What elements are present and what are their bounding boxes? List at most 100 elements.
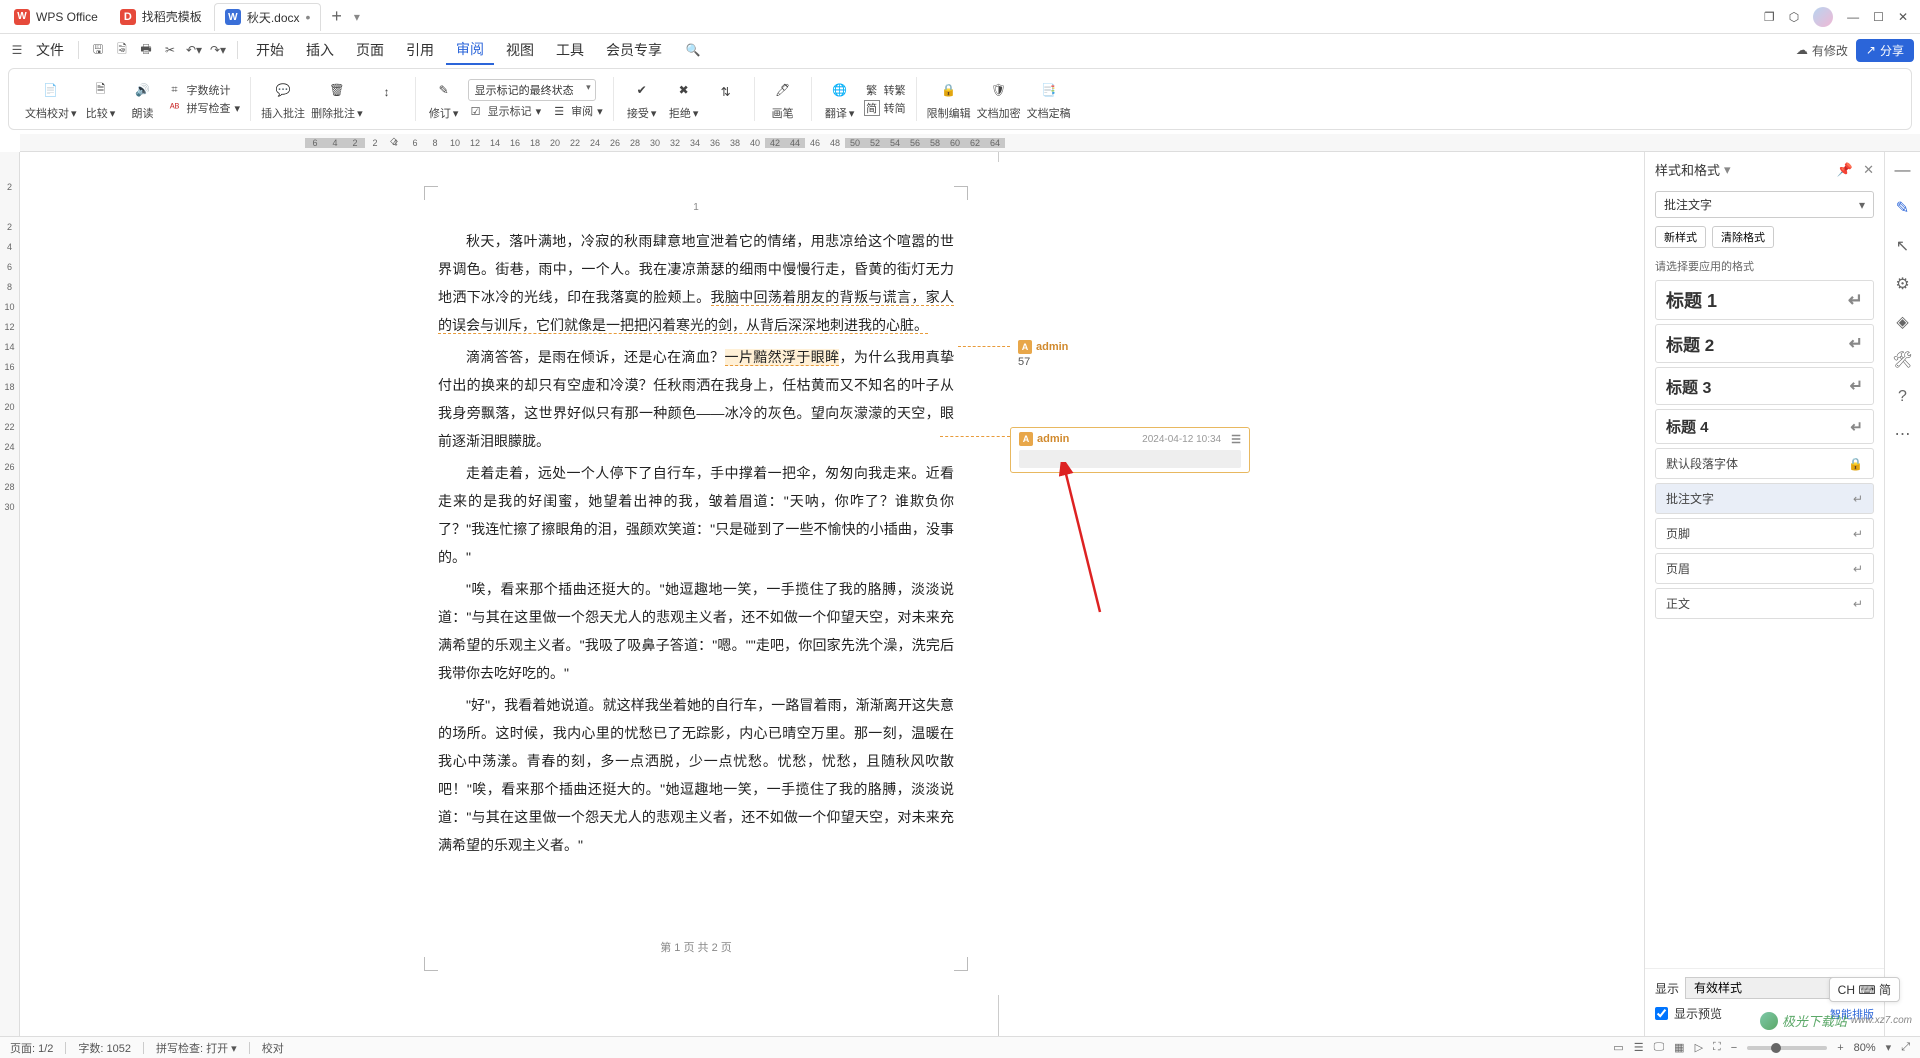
window-restore-icon[interactable]: ❐	[1764, 10, 1775, 24]
trad-to-simp-button[interactable]: 简转简	[864, 100, 906, 116]
file-menu[interactable]: 文件	[30, 36, 70, 64]
cube-icon[interactable]: ⬡	[1789, 10, 1799, 24]
view-outline-icon[interactable]: ☰	[1634, 1041, 1644, 1054]
zoom-slider[interactable]	[1747, 1046, 1827, 1050]
style-item-heading1[interactable]: 标题 1↵	[1655, 280, 1874, 320]
pin-icon[interactable]: 📌	[1837, 162, 1853, 178]
menu-icon[interactable]: ☰	[6, 39, 28, 61]
close-button[interactable]: ✕	[1898, 10, 1908, 24]
clear-format-button[interactable]: 清除格式	[1712, 226, 1774, 248]
menu-review[interactable]: 审阅	[446, 35, 494, 65]
print-preview-icon[interactable]: 🗟	[111, 39, 133, 61]
status-words[interactable]: 字数: 1052	[78, 1040, 131, 1056]
search-icon[interactable]: 🔍	[682, 39, 704, 61]
comment-balloon[interactable]: Aadmin 57	[1010, 336, 1100, 372]
comment-nav-button[interactable]: ↕	[369, 79, 405, 119]
share-button[interactable]: ↗ 分享	[1856, 39, 1914, 62]
view-fullscreen-icon[interactable]: ⛶	[1713, 1041, 1721, 1054]
review-pane-button[interactable]: ☰审阅 ▾	[551, 103, 603, 119]
minimize-button[interactable]: —	[1847, 10, 1859, 24]
style-item-header[interactable]: 页眉↵	[1655, 553, 1874, 584]
close-panel-icon[interactable]: ✕	[1863, 162, 1874, 178]
fit-page-icon[interactable]: ⤢	[1901, 1041, 1910, 1054]
preview-checkbox[interactable]	[1655, 1007, 1668, 1020]
paragraph[interactable]: 滴滴答答，是雨在倾诉，还是心在滴血？一片黯然浮于眼眸，为什么我用真挚付出的换来的…	[438, 343, 954, 455]
style-item-heading4[interactable]: 标题 4↵	[1655, 409, 1874, 444]
paragraph[interactable]: 秋天，落叶满地，冷寂的秋雨肆意地宣泄着它的情绪，用悲凉给这个喧嚣的世界调色。街巷…	[438, 227, 954, 339]
doc-encrypt-button[interactable]: 🛡文档加密	[977, 77, 1021, 121]
redo-icon[interactable]: ↷▾	[207, 39, 229, 61]
paragraph[interactable]: "好"，我看着她说道。就这样我坐着她的自行车，一路冒着雨，渐渐离开这失意的场所。…	[438, 691, 954, 859]
pending-changes[interactable]: ☁ 有修改	[1796, 42, 1848, 59]
menu-reference[interactable]: 引用	[396, 36, 444, 64]
document-canvas[interactable]: 1 秋天，落叶满地，冷寂的秋雨肆意地宣泄着它的情绪，用悲凉给这个喧嚣的世界调色。…	[20, 152, 1644, 1036]
more-rail-icon[interactable]: ⋯	[1895, 424, 1911, 444]
tab-document[interactable]: W 秋天.docx •	[214, 3, 322, 31]
revise-button[interactable]: ✎修订 ▾	[426, 77, 462, 121]
new-style-button[interactable]: 新样式	[1655, 226, 1706, 248]
insert-comment-button[interactable]: 💬插入批注	[261, 77, 305, 121]
restrict-edit-button[interactable]: 🔒限制编辑	[927, 77, 971, 121]
menu-view[interactable]: 视图	[496, 36, 544, 64]
status-page[interactable]: 页面: 1/2	[10, 1040, 53, 1056]
horizontal-ruler[interactable]: 642 ◇ 2468101214161820222426283032343638…	[20, 134, 1920, 152]
save-icon[interactable]: 🖫	[87, 39, 109, 61]
status-proof[interactable]: 校对	[262, 1040, 284, 1056]
view-print-icon[interactable]: ▭	[1613, 1041, 1623, 1054]
simp-to-trad-button[interactable]: 繁转繁	[864, 82, 906, 98]
pencil-rail-icon[interactable]: ✎	[1896, 198, 1909, 218]
zoom-out-button[interactable]: −	[1731, 1042, 1737, 1054]
markup-display-select[interactable]: 显示标记的最终状态	[468, 79, 596, 101]
proofread-button[interactable]: 📄文档校对 ▾	[25, 77, 77, 121]
tab-add-button[interactable]: +	[323, 6, 350, 27]
help-rail-icon[interactable]: ?	[1898, 388, 1907, 406]
spell-check-button[interactable]: ᴬᴮ拼写检查 ▾	[167, 100, 241, 116]
style-item-default-font[interactable]: 默认段落字体🔒	[1655, 448, 1874, 479]
reject-button[interactable]: ✖拒绝 ▾	[666, 77, 702, 121]
comment-balloon-active[interactable]: A admin 2024-04-12 10:34 ☰	[1010, 427, 1250, 473]
accept-button[interactable]: ✔接受 ▾	[624, 77, 660, 121]
style-item-comment-text[interactable]: 批注文字↵	[1655, 483, 1874, 514]
doc-final-button[interactable]: 📑文档定稿	[1027, 77, 1071, 121]
menu-insert[interactable]: 插入	[296, 36, 344, 64]
menu-start[interactable]: 开始	[246, 36, 294, 64]
menu-tools[interactable]: 工具	[546, 36, 594, 64]
comment-input[interactable]	[1019, 450, 1241, 468]
show-markup-button[interactable]: ☑显示标记 ▾	[468, 103, 542, 119]
menu-member[interactable]: 会员专享	[596, 36, 672, 64]
tab-templates[interactable]: D 找稻壳模板	[110, 3, 212, 31]
comment-menu-icon[interactable]: ☰	[1231, 433, 1241, 446]
view-read-icon[interactable]: ▦	[1674, 1041, 1684, 1054]
avatar[interactable]	[1813, 7, 1833, 27]
cursor-rail-icon[interactable]: ↖	[1896, 236, 1909, 256]
indent-marker-icon[interactable]: ◇	[384, 136, 404, 147]
view-focus-icon[interactable]: ▷	[1695, 1041, 1703, 1054]
style-item-body[interactable]: 正文↵	[1655, 588, 1874, 619]
layers-rail-icon[interactable]: ◈	[1896, 312, 1908, 332]
read-aloud-button[interactable]: 🔊朗读	[125, 77, 161, 121]
view-web-icon[interactable]: 🖵	[1654, 1041, 1665, 1054]
word-count-button[interactable]: ⌗字数统计	[167, 82, 241, 98]
status-spell[interactable]: 拼写检查: 打开 ▾	[156, 1040, 237, 1056]
style-filter-select[interactable]: 批注文字	[1655, 191, 1874, 218]
tab-wps-home[interactable]: W WPS Office	[4, 3, 108, 31]
zoom-value[interactable]: 80%	[1854, 1042, 1876, 1054]
settings-rail-icon[interactable]: ⚙	[1895, 274, 1909, 294]
style-item-heading2[interactable]: 标题 2↵	[1655, 324, 1874, 363]
collapse-rail-icon[interactable]: —	[1895, 162, 1911, 180]
print-icon[interactable]: 🖶	[135, 39, 157, 61]
style-item-footer[interactable]: 页脚↵	[1655, 518, 1874, 549]
panel-dropdown-icon[interactable]: ▾	[1724, 162, 1731, 178]
style-item-heading3[interactable]: 标题 3↵	[1655, 367, 1874, 405]
menu-page[interactable]: 页面	[346, 36, 394, 64]
paragraph[interactable]: 走着走着，远处一个人停下了自行车，手中撑着一把伞，匆匆向我走来。近看走来的是我的…	[438, 459, 954, 571]
tab-menu-dropdown[interactable]: ▾	[354, 10, 360, 24]
vertical-ruler[interactable]: 224681012141618202224262830	[0, 152, 20, 1036]
delete-comment-button[interactable]: 🗑删除批注 ▾	[311, 77, 363, 121]
ime-indicator[interactable]: CH ⌨ 简	[1829, 977, 1900, 1002]
tools-rail-icon[interactable]: 🛠	[1892, 350, 1912, 370]
translate-button[interactable]: 🌐翻译 ▾	[822, 77, 858, 121]
change-nav-button[interactable]: ⇅	[708, 79, 744, 119]
zoom-dropdown-icon[interactable]: ▾	[1886, 1041, 1892, 1054]
cut-icon[interactable]: ✂	[159, 39, 181, 61]
